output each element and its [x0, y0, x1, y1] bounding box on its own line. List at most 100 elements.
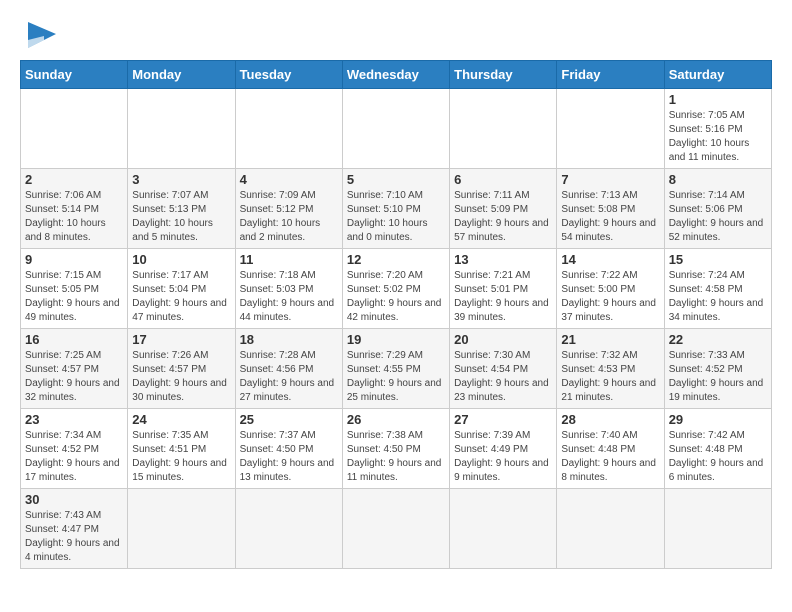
day-info: Sunrise: 7:20 AMSunset: 5:02 PMDaylight:… — [347, 269, 445, 325]
day-cell: 13 Sunrise: 7:21 AMSunset: 5:01 PMDayligh… — [450, 249, 557, 329]
day-number: 2 — [25, 172, 123, 187]
logo — [20, 20, 64, 50]
day-cell: 6 Sunrise: 7:11 AMSunset: 5:09 PMDaylight… — [450, 169, 557, 249]
day-number: 3 — [132, 172, 230, 187]
weekday-sunday: Sunday — [21, 61, 128, 89]
logo-icon — [24, 20, 60, 50]
day-info: Sunrise: 7:07 AMSunset: 5:13 PMDaylight:… — [132, 189, 230, 245]
day-cell — [342, 89, 449, 169]
day-cell — [128, 89, 235, 169]
day-cell: 10Sunrise: 7:17 AMSunset: 5:04 PMDayligh… — [128, 249, 235, 329]
day-info: Sunrise: 7:38 AMSunset: 4:50 PMDaylight:… — [347, 429, 445, 485]
day-cell — [128, 489, 235, 569]
day-number: 28 — [561, 412, 659, 427]
day-cell: 3 Sunrise: 7:07 AMSunset: 5:13 PMDaylight… — [128, 169, 235, 249]
day-info: Sunrise: 7:14 AMSunset: 5:06 PMDaylight:… — [669, 189, 767, 245]
header — [20, 20, 772, 50]
day-number: 5 — [347, 172, 445, 187]
day-cell: 20Sunrise: 7:30 AMSunset: 4:54 PMDayligh… — [450, 329, 557, 409]
day-info: Sunrise: 7:10 AMSunset: 5:10 PMDaylight:… — [347, 189, 445, 245]
day-number: 7 — [561, 172, 659, 187]
day-number: 15 — [669, 252, 767, 267]
day-info: Sunrise: 7:28 AMSunset: 4:56 PMDaylight:… — [240, 349, 338, 405]
day-cell — [21, 89, 128, 169]
day-number: 29 — [669, 412, 767, 427]
day-number: 27 — [454, 412, 552, 427]
day-cell — [664, 489, 771, 569]
day-number: 16 — [25, 332, 123, 347]
day-info: Sunrise: 7:29 AMSunset: 4:55 PMDaylight:… — [347, 349, 445, 405]
day-number: 18 — [240, 332, 338, 347]
day-info: Sunrise: 7:43 AMSunset: 4:47 PMDaylight:… — [25, 509, 123, 565]
day-number: 11 — [240, 252, 338, 267]
day-info: Sunrise: 7:32 AMSunset: 4:53 PMDaylight:… — [561, 349, 659, 405]
day-cell: 28 Sunrise: 7:40 AMSunset: 4:48 PMDayligh… — [557, 409, 664, 489]
day-cell: 12 Sunrise: 7:20 AMSunset: 5:02 PMDayligh… — [342, 249, 449, 329]
day-cell: 7 Sunrise: 7:13 AMSunset: 5:08 PMDaylight… — [557, 169, 664, 249]
day-info: Sunrise: 7:39 AMSunset: 4:49 PMDaylight:… — [454, 429, 552, 485]
weekday-header-row: SundayMondayTuesdayWednesdayThursdayFrid… — [21, 61, 772, 89]
day-cell: 17Sunrise: 7:26 AMSunset: 4:57 PMDayligh… — [128, 329, 235, 409]
day-info: Sunrise: 7:06 AMSunset: 5:14 PMDaylight:… — [25, 189, 123, 245]
day-cell — [235, 89, 342, 169]
day-number: 13 — [454, 252, 552, 267]
day-info: Sunrise: 7:21 AMSunset: 5:01 PMDaylight:… — [454, 269, 552, 325]
day-cell — [557, 489, 664, 569]
day-cell: 27 Sunrise: 7:39 AMSunset: 4:49 PMDayligh… — [450, 409, 557, 489]
day-number: 1 — [669, 92, 767, 107]
day-info: Sunrise: 7:15 AMSunset: 5:05 PMDaylight:… — [25, 269, 123, 325]
day-info: Sunrise: 7:35 AMSunset: 4:51 PMDaylight:… — [132, 429, 230, 485]
weekday-friday: Friday — [557, 61, 664, 89]
day-cell — [557, 89, 664, 169]
week-row-3: 9 Sunrise: 7:15 AMSunset: 5:05 PMDaylight… — [21, 249, 772, 329]
weekday-monday: Monday — [128, 61, 235, 89]
day-number: 14 — [561, 252, 659, 267]
day-number: 6 — [454, 172, 552, 187]
day-cell: 8 Sunrise: 7:14 AMSunset: 5:06 PMDaylight… — [664, 169, 771, 249]
day-cell: 22Sunrise: 7:33 AMSunset: 4:52 PMDayligh… — [664, 329, 771, 409]
week-row-4: 16 Sunrise: 7:25 AMSunset: 4:57 PMDayligh… — [21, 329, 772, 409]
day-cell: 24Sunrise: 7:35 AMSunset: 4:51 PMDayligh… — [128, 409, 235, 489]
day-cell: 19 Sunrise: 7:29 AMSunset: 4:55 PMDayligh… — [342, 329, 449, 409]
day-cell: 14 Sunrise: 7:22 AMSunset: 5:00 PMDayligh… — [557, 249, 664, 329]
day-number: 9 — [25, 252, 123, 267]
logo-area — [20, 20, 64, 50]
day-info: Sunrise: 7:30 AMSunset: 4:54 PMDaylight:… — [454, 349, 552, 405]
day-cell: 21Sunrise: 7:32 AMSunset: 4:53 PMDayligh… — [557, 329, 664, 409]
day-info: Sunrise: 7:34 AMSunset: 4:52 PMDaylight:… — [25, 429, 123, 485]
weekday-wednesday: Wednesday — [342, 61, 449, 89]
day-cell: 29Sunrise: 7:42 AMSunset: 4:48 PMDayligh… — [664, 409, 771, 489]
day-number: 12 — [347, 252, 445, 267]
day-info: Sunrise: 7:37 AMSunset: 4:50 PMDaylight:… — [240, 429, 338, 485]
weekday-saturday: Saturday — [664, 61, 771, 89]
day-info: Sunrise: 7:05 AMSunset: 5:16 PMDaylight:… — [669, 109, 767, 165]
day-cell — [450, 489, 557, 569]
weekday-tuesday: Tuesday — [235, 61, 342, 89]
day-cell: 4Sunrise: 7:09 AMSunset: 5:12 PMDaylight… — [235, 169, 342, 249]
day-info: Sunrise: 7:25 AMSunset: 4:57 PMDaylight:… — [25, 349, 123, 405]
day-number: 19 — [347, 332, 445, 347]
day-info: Sunrise: 7:11 AMSunset: 5:09 PMDaylight:… — [454, 189, 552, 245]
day-info: Sunrise: 7:22 AMSunset: 5:00 PMDaylight:… — [561, 269, 659, 325]
day-info: Sunrise: 7:40 AMSunset: 4:48 PMDaylight:… — [561, 429, 659, 485]
weekday-thursday: Thursday — [450, 61, 557, 89]
day-cell: 9 Sunrise: 7:15 AMSunset: 5:05 PMDaylight… — [21, 249, 128, 329]
day-cell: 2 Sunrise: 7:06 AMSunset: 5:14 PMDaylight… — [21, 169, 128, 249]
day-cell: 5 Sunrise: 7:10 AMSunset: 5:10 PMDaylight… — [342, 169, 449, 249]
week-row-2: 2 Sunrise: 7:06 AMSunset: 5:14 PMDaylight… — [21, 169, 772, 249]
day-cell: 30Sunrise: 7:43 AMSunset: 4:47 PMDayligh… — [21, 489, 128, 569]
week-row-5: 23Sunrise: 7:34 AMSunset: 4:52 PMDayligh… — [21, 409, 772, 489]
day-cell: 11 Sunrise: 7:18 AMSunset: 5:03 PMDayligh… — [235, 249, 342, 329]
day-number: 8 — [669, 172, 767, 187]
day-cell: 26Sunrise: 7:38 AMSunset: 4:50 PMDayligh… — [342, 409, 449, 489]
day-cell: 18 Sunrise: 7:28 AMSunset: 4:56 PMDayligh… — [235, 329, 342, 409]
day-number: 25 — [240, 412, 338, 427]
day-number: 22 — [669, 332, 767, 347]
day-info: Sunrise: 7:17 AMSunset: 5:04 PMDaylight:… — [132, 269, 230, 325]
day-info: Sunrise: 7:13 AMSunset: 5:08 PMDaylight:… — [561, 189, 659, 245]
page: SundayMondayTuesdayWednesdayThursdayFrid… — [0, 0, 792, 579]
day-info: Sunrise: 7:26 AMSunset: 4:57 PMDaylight:… — [132, 349, 230, 405]
day-info: Sunrise: 7:18 AMSunset: 5:03 PMDaylight:… — [240, 269, 338, 325]
day-cell: 1 Sunrise: 7:05 AMSunset: 5:16 PMDaylight… — [664, 89, 771, 169]
day-cell: 15Sunrise: 7:24 AMSunset: 4:58 PMDayligh… — [664, 249, 771, 329]
